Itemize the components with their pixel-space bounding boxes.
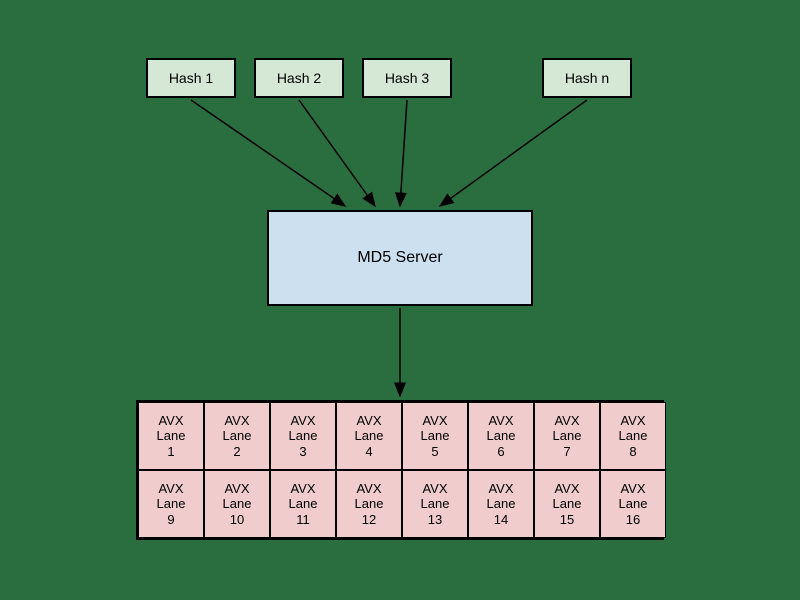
avx-lane-cell: AVXLane9: [138, 470, 204, 538]
avx-lane-cell: AVXLane16: [600, 470, 666, 538]
lane-prefix: AVX: [290, 413, 315, 429]
lane-number: 14: [494, 512, 508, 528]
arrow-hash2-to-server: [299, 100, 375, 206]
hash-box-n: Hash n: [542, 58, 632, 98]
lane-word: Lane: [487, 496, 516, 512]
lane-prefix: AVX: [158, 413, 183, 429]
lane-word: Lane: [553, 496, 582, 512]
lane-number: 11: [296, 512, 310, 528]
lane-word: Lane: [355, 428, 384, 444]
lane-prefix: AVX: [356, 481, 381, 497]
arrow-hash1-to-server: [191, 100, 345, 206]
lane-prefix: AVX: [488, 481, 513, 497]
avx-lane-cell: AVXLane10: [204, 470, 270, 538]
lane-prefix: AVX: [224, 413, 249, 429]
lane-prefix: AVX: [224, 481, 249, 497]
avx-lane-cell: AVXLane2: [204, 402, 270, 470]
lane-prefix: AVX: [290, 481, 315, 497]
lane-number: 16: [626, 512, 640, 528]
avx-lane-cell: AVXLane4: [336, 402, 402, 470]
lane-number: 15: [560, 512, 574, 528]
avx-lane-cell: AVXLane7: [534, 402, 600, 470]
avx-lane-cell: AVXLane6: [468, 402, 534, 470]
hash-label: Hash 1: [169, 70, 213, 86]
lane-word: Lane: [289, 428, 318, 444]
lane-prefix: AVX: [620, 481, 645, 497]
lane-number: 8: [629, 444, 636, 460]
arrow-hash3-to-server: [400, 100, 407, 206]
lane-word: Lane: [223, 428, 252, 444]
avx-lane-cell: AVXLane1: [138, 402, 204, 470]
lane-prefix: AVX: [620, 413, 645, 429]
lane-number: 1: [167, 444, 174, 460]
hash-label: Hash n: [565, 70, 609, 86]
lane-number: 13: [428, 512, 442, 528]
lane-word: Lane: [421, 496, 450, 512]
hash-box-3: Hash 3: [362, 58, 452, 98]
lane-word: Lane: [487, 428, 516, 444]
avx-lane-cell: AVXLane14: [468, 470, 534, 538]
avx-lanes-grid: AVXLane1 AVXLane2 AVXLane3 AVXLane4 AVXL…: [136, 400, 664, 540]
avx-lane-cell: AVXLane15: [534, 470, 600, 538]
lane-number: 9: [167, 512, 174, 528]
lane-word: Lane: [289, 496, 318, 512]
lane-word: Lane: [223, 496, 252, 512]
lane-word: Lane: [421, 428, 450, 444]
lane-word: Lane: [355, 496, 384, 512]
lane-word: Lane: [619, 496, 648, 512]
hash-box-1: Hash 1: [146, 58, 236, 98]
lane-number: 10: [230, 512, 244, 528]
lane-number: 5: [431, 444, 438, 460]
server-box: MD5 Server: [267, 210, 533, 306]
lane-word: Lane: [553, 428, 582, 444]
avx-lane-cell: AVXLane3: [270, 402, 336, 470]
hash-label: Hash 2: [277, 70, 321, 86]
lane-word: Lane: [157, 428, 186, 444]
lane-prefix: AVX: [554, 413, 579, 429]
lane-number: 3: [299, 444, 306, 460]
avx-lane-cell: AVXLane13: [402, 470, 468, 538]
hash-box-2: Hash 2: [254, 58, 344, 98]
lane-number: 7: [563, 444, 570, 460]
server-label: MD5 Server: [357, 249, 442, 267]
avx-lane-cell: AVXLane8: [600, 402, 666, 470]
lane-prefix: AVX: [356, 413, 381, 429]
avx-lane-cell: AVXLane12: [336, 470, 402, 538]
lane-number: 4: [365, 444, 372, 460]
avx-lane-cell: AVXLane5: [402, 402, 468, 470]
lane-prefix: AVX: [554, 481, 579, 497]
lane-number: 6: [497, 444, 504, 460]
lane-prefix: AVX: [158, 481, 183, 497]
lane-prefix: AVX: [422, 481, 447, 497]
arrow-hashn-to-server: [440, 100, 587, 206]
lane-number: 2: [233, 444, 240, 460]
hash-label: Hash 3: [385, 70, 429, 86]
lane-number: 12: [362, 512, 376, 528]
lane-word: Lane: [157, 496, 186, 512]
lane-prefix: AVX: [488, 413, 513, 429]
lane-word: Lane: [619, 428, 648, 444]
avx-lane-cell: AVXLane11: [270, 470, 336, 538]
lane-prefix: AVX: [422, 413, 447, 429]
